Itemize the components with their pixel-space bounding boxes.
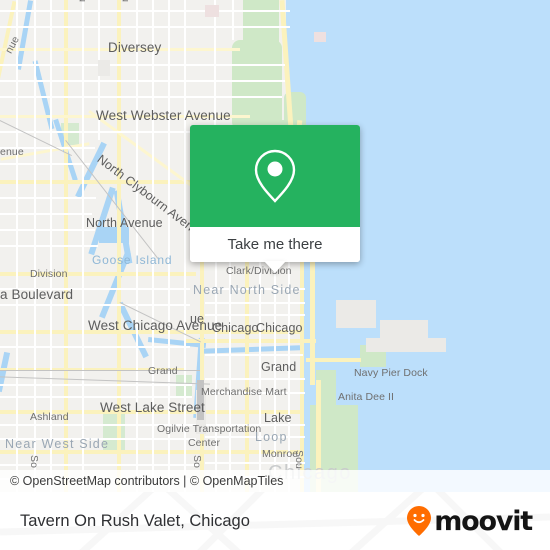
street-h xyxy=(0,304,190,306)
street-v xyxy=(152,0,154,492)
road-chicago-ave-east xyxy=(186,339,316,343)
map-label: Loop xyxy=(255,430,288,444)
map-label: Grand xyxy=(148,365,178,377)
map-label: Grand xyxy=(261,360,297,374)
map-label: West Webster Avenue xyxy=(96,108,231,123)
river-far-west xyxy=(0,351,11,393)
popup-header xyxy=(190,125,360,227)
popup-pointer-tail xyxy=(264,261,286,273)
map-label: Diversey xyxy=(108,40,162,55)
street-v xyxy=(16,0,18,492)
take-me-there-button[interactable]: Take me there xyxy=(190,227,360,262)
street-h xyxy=(0,396,192,398)
take-me-there-label: Take me there xyxy=(227,236,323,253)
road-elston-ave xyxy=(0,0,17,120)
map-label: West Lake Street xyxy=(100,400,205,415)
building-block xyxy=(98,60,110,76)
street-v xyxy=(136,0,138,492)
street-h xyxy=(0,229,95,231)
map-label: Chicago xyxy=(212,321,259,335)
map-label: nue xyxy=(119,0,131,2)
street-h xyxy=(0,96,282,98)
map-label: So xyxy=(191,455,203,469)
street-v xyxy=(184,0,186,492)
map-attribution-bar: © OpenStreetMap contributors | © OpenMap… xyxy=(0,470,550,492)
map-label: Navy Pier Dock xyxy=(354,367,428,379)
street-h xyxy=(205,302,305,304)
map-label: Lake xyxy=(264,411,292,425)
street-h xyxy=(0,384,192,386)
map-label: Division xyxy=(30,268,68,280)
street-v xyxy=(168,0,170,492)
map-label: Center xyxy=(188,437,221,449)
street-h xyxy=(0,163,90,165)
page-footer: Tavern On Rush Valet, Chicago moovit xyxy=(0,492,550,550)
moovit-logo[interactable]: moovit xyxy=(406,505,550,537)
building-block xyxy=(366,338,446,352)
map-pin-icon xyxy=(254,149,296,203)
street-h xyxy=(205,378,305,380)
river-chicago-nw xyxy=(75,141,107,199)
map-label: Near North Side xyxy=(193,283,301,297)
building-block xyxy=(314,32,326,42)
attribution-text: © OpenStreetMap contributors | © OpenMap… xyxy=(10,474,284,488)
moovit-station-page: DiverseyWest Webster Avenuenuenuenueenue… xyxy=(0,0,550,550)
moovit-smiley-pin-icon xyxy=(407,506,432,536)
street-h xyxy=(0,26,290,28)
map-label: ue xyxy=(190,312,205,326)
street-h xyxy=(0,10,290,12)
street-v xyxy=(82,0,84,492)
building-block xyxy=(336,300,376,328)
map-label: enue xyxy=(0,146,24,158)
map-label: Near West Side xyxy=(5,437,110,451)
road-lakeshore-downtown xyxy=(310,255,315,385)
street-v xyxy=(232,0,234,40)
street-h xyxy=(0,80,285,82)
street-h xyxy=(0,64,285,66)
station-popup-card[interactable]: Take me there xyxy=(190,125,360,273)
map-label: a Boulevard xyxy=(0,287,74,302)
map-label: nue xyxy=(76,0,88,2)
map-canvas[interactable]: DiverseyWest Webster Avenuenuenuenueenue… xyxy=(0,0,550,492)
page-title: Tavern On Rush Valet, Chicago xyxy=(20,511,250,530)
map-label: Chicago xyxy=(256,321,303,335)
building-block xyxy=(205,5,219,17)
street-h xyxy=(205,314,305,316)
map-label: Merchandise Mart xyxy=(201,386,287,398)
street-h xyxy=(0,213,92,215)
map-label: Ashland xyxy=(30,411,69,423)
road-ashland-ave xyxy=(117,0,121,492)
map-label: So xyxy=(28,455,40,469)
road-illinois-st-east xyxy=(306,358,361,362)
map-label: Goose Island xyxy=(92,253,173,267)
map-label: Ogilvie Transportation xyxy=(157,423,262,435)
street-h xyxy=(0,346,190,348)
map-label: Anita Dee II xyxy=(338,391,395,403)
map-label: North Avenue xyxy=(86,216,163,230)
moovit-wordmark: moovit xyxy=(434,505,533,537)
